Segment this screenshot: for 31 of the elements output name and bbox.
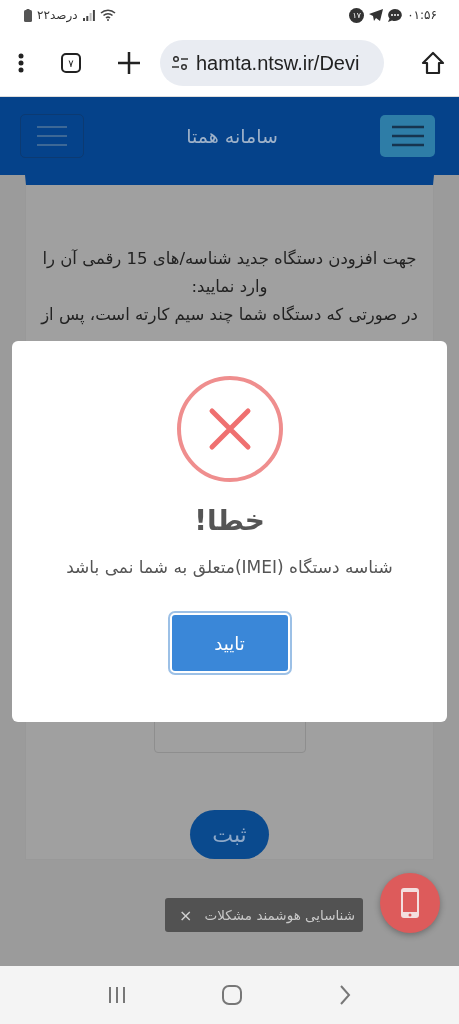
- home-icon[interactable]: [421, 51, 445, 75]
- site-settings-icon[interactable]: [172, 56, 188, 70]
- menu-icon[interactable]: [391, 125, 424, 147]
- instruction-text: جهت افزودن دستگاه جدید شناسه/های 15 رقمی آن را وارد نمایید:: [41, 248, 418, 299]
- battery-icon: [24, 8, 32, 22]
- clock-time: ۰۱:۵۶: [407, 8, 437, 22]
- submit-button[interactable]: ثبت: [190, 810, 269, 859]
- note-text: در صورتی که دستگاه شما چند سیم کارته است، پس از: [41, 304, 418, 327]
- paper-plane-icon: [369, 9, 384, 21]
- smartphone-icon: [401, 888, 419, 918]
- address-bar[interactable]: hamta.ntsw.ir/Devi: [160, 40, 384, 86]
- dialog-title: خطا!: [194, 504, 265, 537]
- confirm-button[interactable]: تایید: [169, 613, 290, 673]
- more-options-icon[interactable]: [18, 53, 24, 73]
- menu-toggle-button[interactable]: [20, 114, 84, 158]
- close-icon[interactable]: ×: [179, 905, 193, 925]
- wifi-icon: [99, 9, 116, 21]
- recent-apps-icon[interactable]: [108, 987, 127, 1003]
- back-chevron-icon[interactable]: [338, 985, 351, 1005]
- battery-percentage: ۲۲درصد: [37, 8, 78, 22]
- toast-text: شناسایی هوشمند مشکلات: [204, 907, 355, 923]
- tab-count-button[interactable]: ۷: [61, 53, 81, 73]
- site-title: سامانه همتا: [186, 125, 278, 147]
- error-icon: [176, 376, 283, 482]
- floating-action-button[interactable]: [380, 873, 440, 933]
- signal-icon: [82, 9, 95, 21]
- dialog-message: شناسه دستگاه (IMEI)متعلق به شما نمی باشد: [66, 557, 393, 577]
- plus-icon[interactable]: [118, 52, 140, 74]
- notification-badge: ۱۷: [349, 7, 365, 23]
- chat-bubble-icon: [388, 8, 403, 22]
- menu-toggle-button[interactable]: [380, 115, 435, 157]
